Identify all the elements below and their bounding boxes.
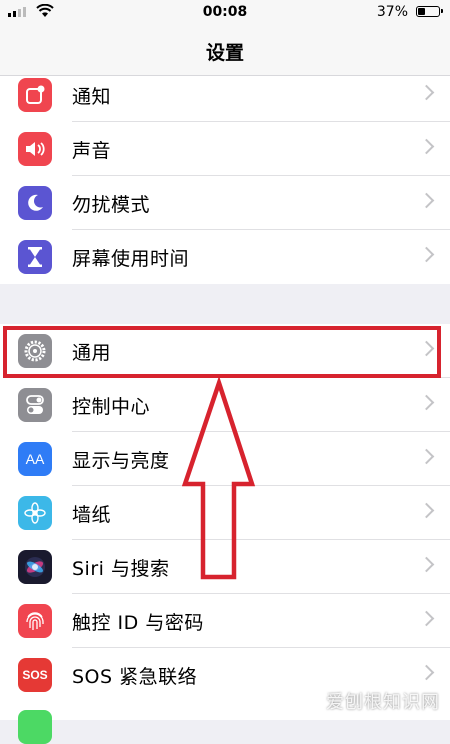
- chevron-right-icon: [418, 502, 435, 519]
- text-size-icon: AA: [18, 442, 52, 476]
- settings-row-general[interactable]: 通用: [0, 324, 450, 378]
- watermark: 爱刨根知识网: [326, 692, 440, 713]
- settings-row-label: Siri 与搜索: [72, 557, 170, 580]
- settings-row-label: 屏幕使用时间: [72, 247, 190, 270]
- sound-icon: [18, 132, 52, 166]
- settings-row-notifications[interactable]: 通知: [0, 76, 450, 122]
- chevron-right-icon: [418, 610, 435, 627]
- status-bar: 00:08 37%: [0, 0, 450, 26]
- settings-row-label: 墙纸: [72, 503, 112, 526]
- settings-row-screen-time[interactable]: 屏幕使用时间: [0, 230, 450, 284]
- chevron-right-icon: [418, 664, 435, 681]
- battery-percent: 37%: [376, 4, 408, 20]
- fingerprint-icon: [18, 604, 52, 638]
- settings-row-label: SOS 紧急联络: [72, 665, 198, 688]
- battery-settings-icon: [18, 710, 52, 744]
- page-title: 设置: [205, 42, 244, 64]
- settings-row-control-center[interactable]: 控制中心: [0, 378, 450, 432]
- navigation-bar: 设置: [0, 26, 450, 76]
- chevron-right-icon: [418, 394, 435, 411]
- settings-row-label: 触控 ID 与密码: [72, 611, 204, 634]
- chevron-right-icon: [418, 246, 435, 263]
- chevron-right-icon: [418, 192, 435, 209]
- settings-row-display-brightness[interactable]: AA 显示与亮度: [0, 432, 450, 486]
- settings-row-wallpaper[interactable]: 墙纸: [0, 486, 450, 540]
- settings-row-label: 通知: [72, 85, 112, 108]
- chevron-right-icon: [418, 138, 435, 155]
- chevron-right-icon: [418, 340, 435, 357]
- settings-group-main: 通用 控制中心 AA 显示与亮度 墙纸 Siri 与搜索 触控 ID 与密码 S…: [0, 324, 450, 744]
- gear-icon: [18, 334, 52, 368]
- notifications-icon: [18, 78, 52, 112]
- settings-group-top: 通知 声音 勿扰模式 屏幕使用时间: [0, 76, 450, 284]
- settings-row-touch-id-passcode[interactable]: 触控 ID 与密码: [0, 594, 450, 648]
- chevron-right-icon: [418, 84, 435, 101]
- moon-icon: [18, 186, 52, 220]
- flower-icon: [18, 496, 52, 530]
- chevron-right-icon: [418, 556, 435, 573]
- settings-row-label: 显示与亮度: [72, 449, 170, 472]
- battery-icon: [416, 6, 443, 17]
- settings-row-label: 勿扰模式: [72, 193, 151, 216]
- settings-row-label: 通用: [72, 341, 112, 364]
- settings-row-do-not-disturb[interactable]: 勿扰模式: [0, 176, 450, 230]
- settings-row-label: 声音: [72, 139, 112, 162]
- chevron-right-icon: [418, 448, 435, 465]
- settings-row-sounds[interactable]: 声音: [0, 122, 450, 176]
- settings-row-siri-search[interactable]: Siri 与搜索: [0, 540, 450, 594]
- settings-row-label: 控制中心: [72, 395, 151, 418]
- hourglass-icon: [18, 240, 52, 274]
- toggles-icon: [18, 388, 52, 422]
- siri-icon: [18, 550, 52, 584]
- sos-icon: SOS: [18, 658, 52, 692]
